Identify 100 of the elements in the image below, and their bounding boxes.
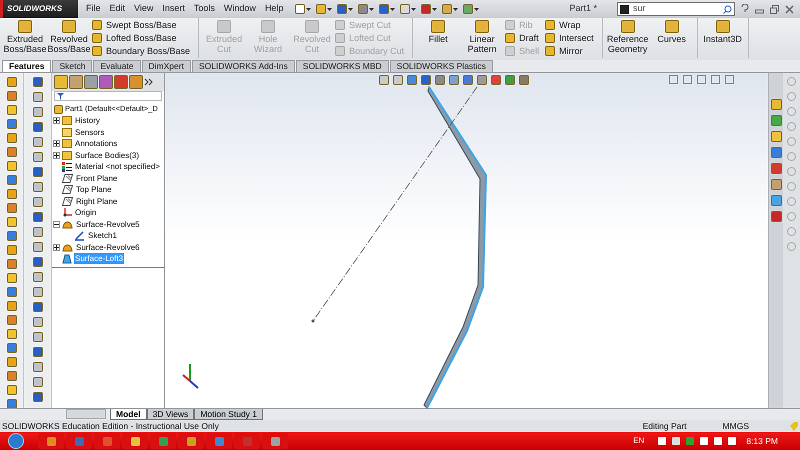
task-pane-tab-icon[interactable] (770, 99, 782, 110)
toolbar-icon[interactable] (379, 4, 390, 14)
expand-toggle[interactable] (52, 117, 60, 124)
menu-item[interactable]: Tools (194, 2, 215, 16)
toolbar-icon[interactable] (316, 4, 326, 14)
ribbon-tab[interactable]: DimXpert (142, 60, 191, 72)
ribbon-command[interactable]: Lofted Boss/Base (92, 32, 190, 44)
caret-icon[interactable] (369, 8, 374, 10)
caret-icon[interactable] (453, 8, 458, 10)
command-icon (620, 20, 635, 33)
tree-item[interactable]: Surface Bodies(3) (74, 150, 140, 161)
taskbar-app-icon[interactable] (122, 433, 148, 449)
toolbar-icon[interactable] (442, 4, 452, 14)
ribbon-command[interactable]: Reference Geometry (606, 18, 649, 58)
start-button[interactable] (8, 433, 24, 449)
ribbon-command[interactable]: Revolved Boss/Base (48, 18, 90, 58)
caret-icon[interactable] (432, 8, 438, 10)
material-icon (62, 162, 72, 172)
filter-field[interactable] (54, 91, 162, 101)
close-icon[interactable] (785, 4, 794, 14)
tree-item[interactable]: Surface-Revolve6 (75, 242, 141, 253)
task-pane-tab-icon[interactable] (770, 131, 782, 142)
caret-icon[interactable] (306, 8, 312, 10)
ribbon-command[interactable]: Mirror (545, 45, 594, 57)
ribbon-command[interactable]: Instant3D (702, 18, 744, 58)
ribbon-command[interactable]: Linear Pattern (461, 18, 504, 58)
ribbon-tab[interactable]: SOLIDWORKS MBD (296, 60, 389, 72)
model-tab[interactable]: 3D Views (146, 409, 194, 420)
command-icon (475, 20, 490, 33)
clock[interactable]: 8:13 PM (746, 434, 778, 448)
command-icon (261, 20, 276, 33)
tree-item[interactable]: Annotations (74, 138, 118, 150)
logo[interactable]: SOLIDWORKS (0, 0, 78, 18)
menu-item[interactable]: Window (224, 2, 256, 16)
more-icon[interactable] (144, 77, 154, 87)
caret-icon[interactable] (474, 8, 480, 10)
search-field[interactable]: sur (617, 2, 735, 16)
task-pane-tab-icon[interactable] (770, 163, 782, 174)
task-pane-tab-icon[interactable] (770, 147, 782, 158)
help-icon[interactable] (741, 4, 749, 14)
ribbon-command[interactable]: Intersect (545, 32, 594, 44)
plane-icon (62, 196, 73, 206)
toolbar-icon[interactable] (463, 4, 474, 14)
units-selector[interactable]: MMGS (722, 420, 749, 432)
command-icon (335, 20, 346, 30)
task-pane-tab-icon[interactable] (770, 179, 782, 190)
panel-tab-icon[interactable] (54, 75, 68, 89)
ribbon-command[interactable]: Draft (505, 32, 540, 44)
menu-item[interactable]: File (86, 2, 101, 16)
tree-item[interactable]: History (74, 115, 101, 126)
caret-icon[interactable] (327, 8, 332, 10)
menu-item[interactable]: Help (264, 2, 284, 16)
sketch-icon (74, 230, 85, 241)
task-pane-tab-icon[interactable] (770, 211, 782, 222)
collapse-toggle[interactable] (52, 220, 60, 228)
ribbon-command[interactable]: Fillet (417, 18, 460, 58)
tree-item[interactable]: Right Plane (75, 196, 118, 207)
task-pane-tab-icon[interactable] (770, 115, 782, 126)
ribbon-command[interactable]: Extruded Boss/Base (4, 18, 46, 58)
restore-icon[interactable] (770, 4, 779, 14)
tree-item[interactable]: Front Plane (75, 172, 118, 184)
tree-item[interactable]: Sensors (74, 126, 106, 138)
toolbar-icon[interactable] (337, 4, 348, 14)
language-indicator[interactable]: EN (633, 435, 644, 447)
loft-icon (62, 254, 72, 264)
tree-item[interactable]: Top Plane (75, 184, 113, 196)
toolbar-icon[interactable] (295, 4, 306, 14)
command-icon (505, 20, 516, 30)
caret-icon[interactable] (390, 8, 396, 10)
tree-item[interactable]: Surface-Revolve5 (75, 218, 141, 230)
menu-item[interactable]: View (134, 2, 154, 16)
toolbar-icon[interactable] (421, 4, 432, 14)
toolbar-icon[interactable] (358, 4, 368, 14)
ribbon-tab[interactable]: Evaluate (93, 60, 141, 72)
model-tab[interactable]: Model (110, 409, 147, 420)
toolbar-icon[interactable] (400, 4, 410, 14)
command-icon (545, 46, 556, 56)
ribbon-tab[interactable]: Sketch (52, 60, 92, 72)
ribbon-command[interactable]: Wrap (545, 19, 594, 31)
ribbon-command[interactable]: Swept Boss/Base (92, 19, 190, 31)
task-pane-tab-icon[interactable] (770, 195, 782, 206)
expand-toggle[interactable] (52, 244, 60, 251)
ribbon-command[interactable]: Boundary Boss/Base (92, 45, 190, 57)
menu-item[interactable]: Edit (110, 2, 126, 16)
tree-item[interactable]: Sketch1 (87, 230, 118, 242)
horizontal-scrollbar[interactable] (66, 409, 106, 419)
tree-item[interactable]: Material <not specified> (74, 161, 161, 172)
search-icon[interactable] (723, 4, 732, 14)
expand-toggle[interactable] (52, 152, 60, 159)
menu-item[interactable]: Insert (162, 2, 185, 16)
tree-item[interactable]: Origin (74, 207, 98, 218)
status-text: SOLIDWORKS Education Edition - Instructional Use Only (2, 420, 219, 432)
ribbon-tab[interactable]: Features (2, 60, 52, 72)
caret-icon[interactable] (348, 8, 354, 10)
ribbon-tab[interactable]: SOLIDWORKS Plastics (390, 60, 493, 72)
ribbon-command[interactable]: Curves (650, 18, 693, 58)
caret-icon[interactable] (411, 8, 416, 10)
expand-toggle[interactable] (52, 140, 60, 148)
model-tab[interactable]: Motion Study 1 (194, 409, 264, 420)
ribbon-tab[interactable]: SOLIDWORKS Add-Ins (192, 60, 295, 72)
